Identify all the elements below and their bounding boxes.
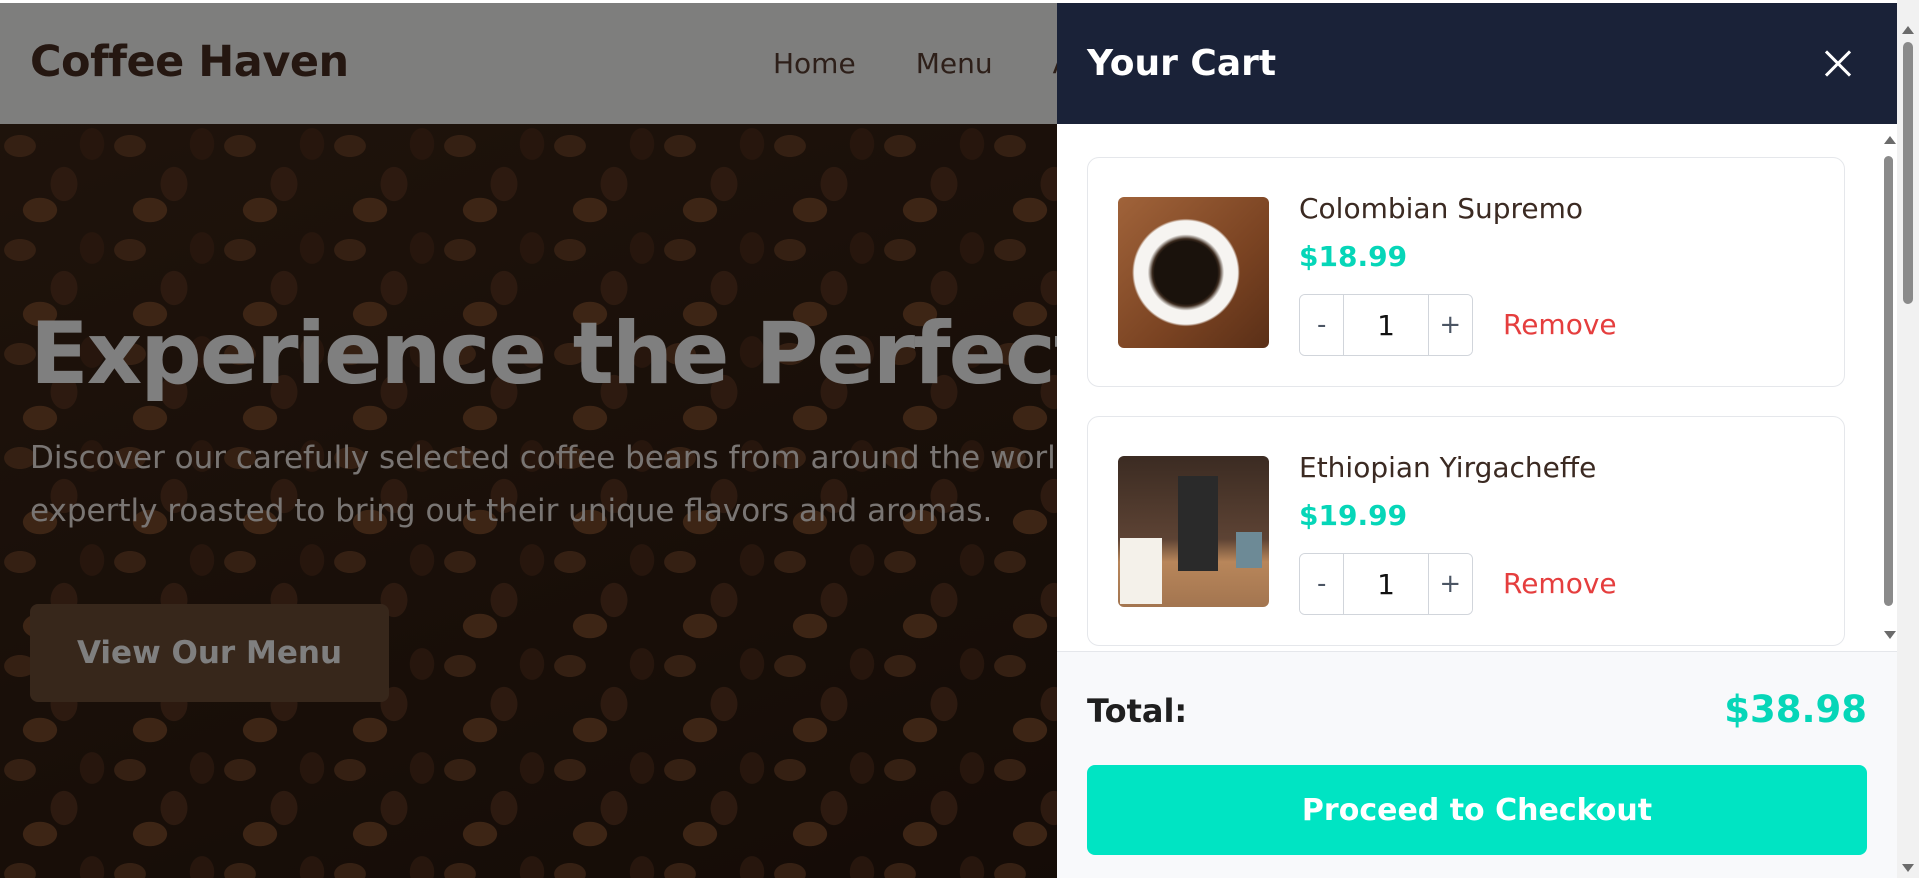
item-price: $19.99 <box>1299 499 1408 532</box>
item-price: $18.99 <box>1299 240 1408 273</box>
scroll-down-icon[interactable] <box>1902 864 1914 872</box>
quantity-stepper: - 1 + <box>1299 553 1473 615</box>
close-icon[interactable] <box>1818 44 1858 84</box>
quantity-value[interactable]: 1 <box>1343 554 1429 614</box>
scroll-down-icon[interactable] <box>1884 631 1896 639</box>
cart-item: Ethiopian Yirgacheffe $19.99 - 1 + Remov… <box>1087 416 1845 646</box>
item-name: Colombian Supremo <box>1299 192 1584 225</box>
checkout-button[interactable]: Proceed to Checkout <box>1087 765 1867 855</box>
total-label: Total: <box>1087 692 1188 730</box>
remove-button[interactable]: Remove <box>1503 308 1617 341</box>
cart-items-list[interactable]: Colombian Supremo $18.99 - 1 + Remove Et… <box>1057 124 1880 651</box>
remove-button[interactable]: Remove <box>1503 567 1617 600</box>
scroll-up-icon[interactable] <box>1902 26 1914 34</box>
decrement-button[interactable]: - <box>1300 295 1344 355</box>
quantity-stepper: - 1 + <box>1299 294 1473 356</box>
item-name: Ethiopian Yirgacheffe <box>1299 451 1597 484</box>
cart-title: Your Cart <box>1087 43 1277 84</box>
decrement-button[interactable]: - <box>1300 554 1344 614</box>
cart-drawer: Your Cart Colombian Supremo $18.99 - 1 +… <box>1057 3 1897 878</box>
page-scrollbar[interactable] <box>1897 0 1919 878</box>
increment-button[interactable]: + <box>1428 295 1472 355</box>
increment-button[interactable]: + <box>1428 554 1472 614</box>
coffee-grinder-image <box>1118 456 1269 607</box>
scroll-thumb[interactable] <box>1903 42 1913 304</box>
scroll-thumb[interactable] <box>1884 156 1893 606</box>
cart-header: Your Cart <box>1057 3 1897 124</box>
scroll-up-icon[interactable] <box>1884 136 1896 144</box>
quantity-value[interactable]: 1 <box>1343 295 1429 355</box>
coffee-cup-image <box>1118 197 1269 348</box>
total-value: $38.98 <box>1724 688 1867 731</box>
cart-scrollbar[interactable] <box>1880 124 1897 651</box>
cart-item: Colombian Supremo $18.99 - 1 + Remove <box>1087 157 1845 387</box>
cart-footer: Total: $38.98 Proceed to Checkout <box>1057 651 1897 878</box>
